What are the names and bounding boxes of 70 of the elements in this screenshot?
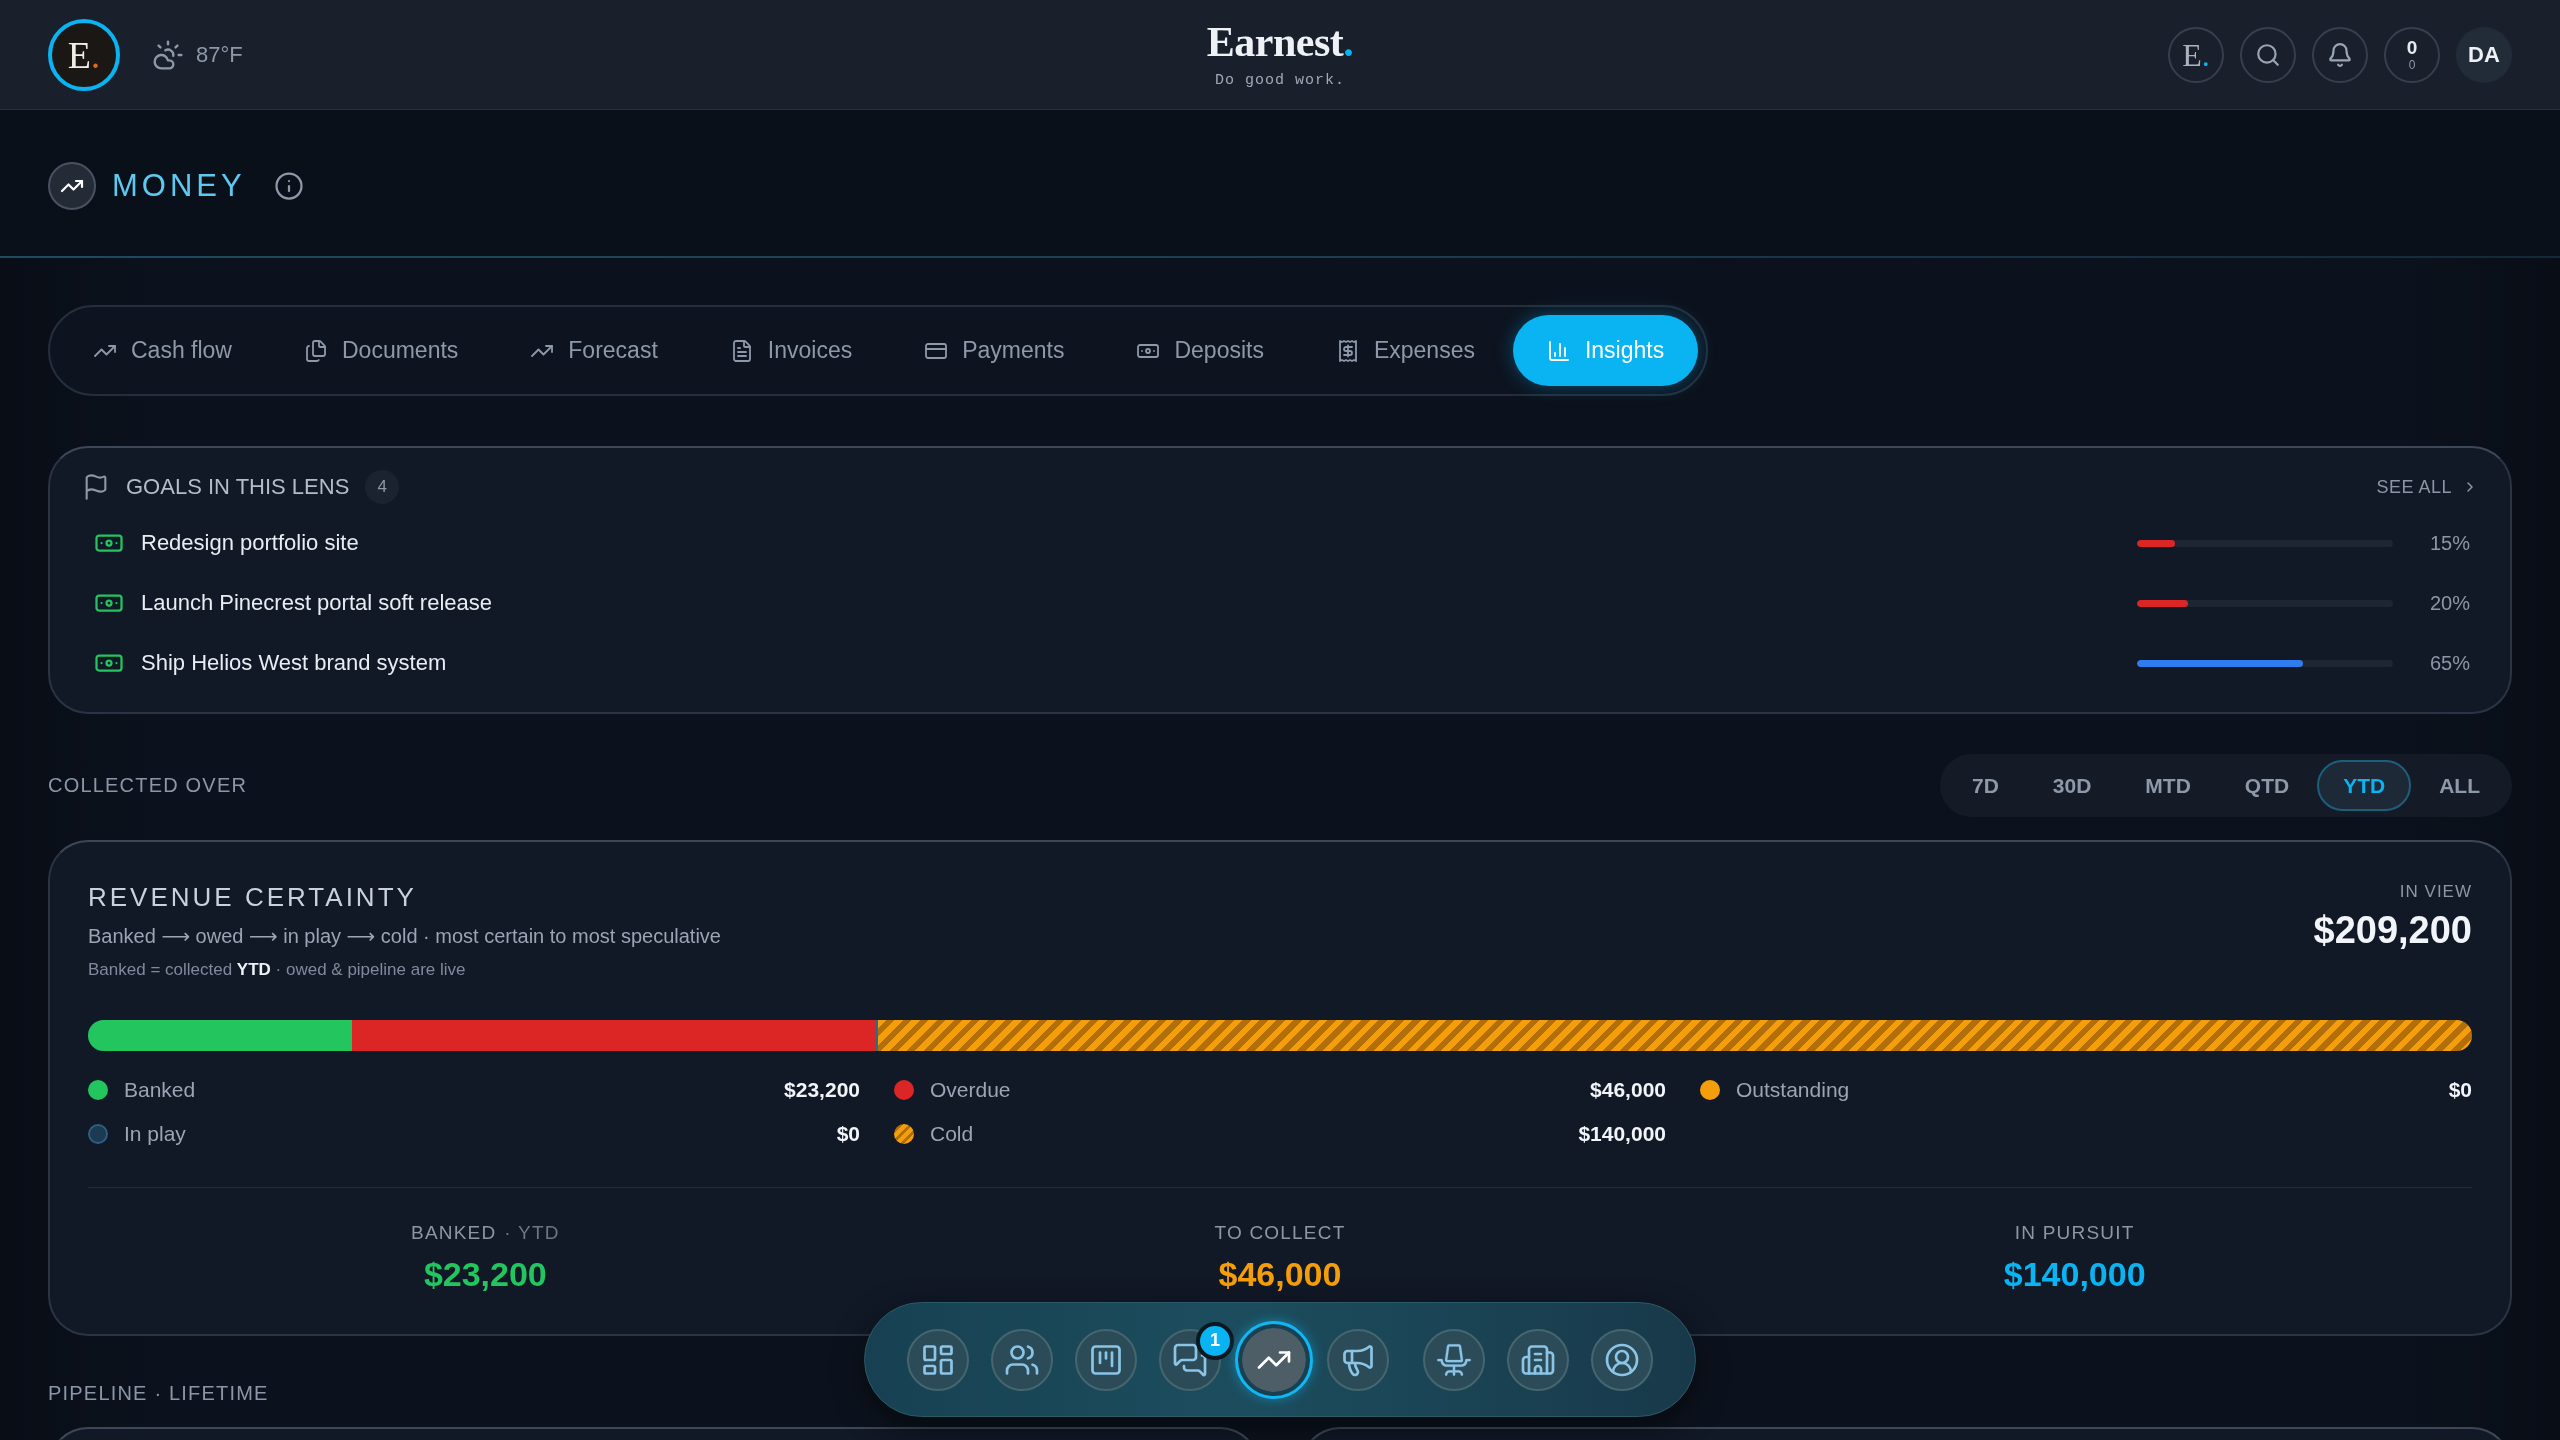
stat-qualifier: · YTD	[504, 1222, 560, 1244]
tab[interactable]: Cash flow	[59, 315, 266, 386]
brand-tagline: Do good work.	[1215, 71, 1345, 89]
period-tab[interactable]: 30D	[2026, 760, 2118, 811]
stat-value: $23,200	[423, 1254, 547, 1294]
period-tab[interactable]: QTD	[2218, 760, 2316, 811]
legend-label: Overdue	[930, 1078, 1012, 1102]
card-note: Banked = collected YTD · owed & pipeline are live	[88, 960, 467, 980]
legend-amount: $0	[836, 1122, 860, 1146]
stat-label: TO COLLECT	[1214, 1222, 1346, 1244]
stat-label: BANKED	[411, 1222, 497, 1244]
logo[interactable]: E.	[48, 18, 120, 91]
brand-name: Earnest.	[1206, 20, 1354, 63]
period-tab[interactable]: 7D	[1945, 760, 2025, 811]
tab[interactable]: Expenses	[1301, 315, 1509, 386]
user-circle-icon	[1604, 1341, 1640, 1378]
card-subtitle: Banked ⟶ owed ⟶ in play ⟶ cold · most certain to most speculative	[88, 924, 721, 948]
progress-percent: 20%	[2428, 591, 2470, 615]
total-label: IN VIEW	[2399, 882, 2472, 902]
cloud-sun-icon	[152, 38, 184, 71]
tab[interactable]: Invoices	[695, 315, 887, 386]
period-tab[interactable]: YTD	[2317, 760, 2412, 811]
avatar-button[interactable]: DA	[2456, 26, 2512, 83]
search-icon	[2255, 41, 2281, 68]
search-button[interactable]	[2240, 26, 2296, 83]
progress-percent: 15%	[2428, 531, 2470, 555]
legend-amount: $46,000	[1590, 1078, 1666, 1102]
chat-icon	[1172, 1341, 1208, 1378]
total-value: $209,200	[2313, 908, 2472, 952]
section-label: COLLECTED OVER	[48, 774, 248, 797]
workspace-button[interactable]: E.	[2168, 26, 2224, 83]
goal-name[interactable]: Redesign portfolio site	[141, 530, 2120, 556]
tab[interactable]: Deposits	[1102, 315, 1298, 386]
trend-icon	[48, 162, 96, 210]
dock-button[interactable]	[1235, 1320, 1313, 1399]
see-all-link[interactable]: SEE ALL	[2376, 476, 2478, 498]
stat-value: $140,000	[2003, 1254, 2146, 1294]
counter-subvalue: 0	[2408, 59, 2416, 71]
legend-label: In play	[124, 1122, 187, 1146]
legend-amount: $0	[2448, 1078, 2472, 1102]
tab[interactable]: Documents	[270, 315, 493, 386]
period-tab[interactable]: ALL	[2413, 760, 2506, 811]
section-label: PIPELINE · LIFETIME	[48, 1381, 270, 1405]
progress-percent: 65%	[2428, 651, 2470, 675]
legend-label: Banked	[124, 1078, 197, 1102]
notifications-button[interactable]	[2312, 26, 2368, 83]
office-chair-icon	[1436, 1341, 1472, 1378]
period-tab[interactable]: MTD	[2119, 760, 2217, 811]
bell-icon	[2327, 41, 2353, 68]
legend-amount: $23,200	[784, 1078, 860, 1102]
goal-name[interactable]: Ship Helios West brand system	[141, 650, 2120, 676]
weather-temperature: 87°F	[196, 41, 243, 68]
legend-amount: $140,000	[1578, 1122, 1666, 1146]
legend-label: Cold	[930, 1122, 975, 1146]
goal-count: 4	[365, 470, 400, 504]
bar-chart-icon	[1546, 338, 1571, 363]
counter-value: 0	[2406, 38, 2418, 57]
goal-name[interactable]: Launch Pinecrest portal soft release	[141, 590, 2120, 616]
info-icon[interactable]	[273, 171, 304, 201]
unread-count: 1	[1196, 1321, 1234, 1360]
counter-button[interactable]: 0 0	[2384, 26, 2440, 83]
goals-title: GOALS IN THIS LENS	[126, 474, 350, 500]
stat-label: IN PURSUIT	[2014, 1222, 2135, 1244]
legend-label: Outstanding	[1736, 1078, 1851, 1102]
files-icon	[304, 338, 328, 363]
stat-value: $46,000	[1218, 1254, 1342, 1294]
card-title: REVENUE CERTAINTY	[88, 882, 418, 912]
tab[interactable]: Forecast	[496, 315, 692, 386]
page-title: MONEY	[112, 168, 246, 204]
tab[interactable]: Payments	[890, 315, 1099, 386]
